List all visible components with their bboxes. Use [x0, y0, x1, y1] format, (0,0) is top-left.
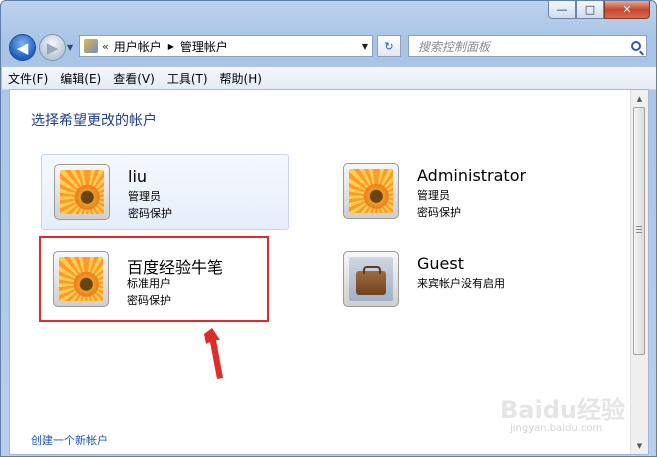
account-name: liu — [128, 167, 148, 186]
menu-file[interactable]: 文件(F) — [2, 70, 54, 87]
caption-buttons: — □ ✕ — [548, 1, 650, 20]
scroll-down-icon[interactable]: ▼ — [631, 437, 648, 454]
address-bar[interactable]: « 用户帐户 ▶ 管理帐户 ▼ — [79, 35, 373, 57]
back-button[interactable]: ◀ — [9, 34, 36, 61]
account-type: 管理员 — [417, 189, 450, 202]
address-overflow-chevron[interactable]: « — [102, 40, 109, 53]
search-box[interactable]: 搜索控制面板 — [408, 35, 647, 57]
account-name: Administrator — [417, 166, 527, 185]
search-icon[interactable] — [631, 41, 641, 51]
page-title: 选择希望更改的帐户 — [31, 113, 157, 129]
breadcrumb-separator-icon[interactable]: ▶ — [168, 42, 174, 51]
account-liu[interactable]: liu 管理员 密码保护 — [41, 154, 289, 230]
window: — □ ✕ ◀ ▶ ▼ « 用户帐户 ▶ 管理帐户 ▼ ↻ 搜索控制面板 文件(… — [0, 0, 657, 457]
avatar — [54, 164, 110, 220]
account-administrator[interactable]: Administrator 管理员 密码保护 — [331, 154, 579, 230]
grip-icon — [636, 226, 642, 233]
flower-icon — [349, 169, 393, 213]
menu-tools[interactable]: 工具(T) — [161, 70, 214, 87]
forward-arrow-icon: ▶ — [46, 38, 59, 57]
account-guest[interactable]: Guest 来宾帐户没有启用 — [331, 242, 579, 318]
navigation-bar: ◀ ▶ ▼ « 用户帐户 ▶ 管理帐户 ▼ ↻ 搜索控制面板 — [1, 29, 656, 65]
watermark-logo: Baidu经验 — [500, 396, 625, 424]
menu-bar: 文件(F) 编辑(E) 查看(V) 工具(T) 帮助(H) — [2, 66, 656, 90]
refresh-button[interactable]: ↻ — [377, 35, 401, 57]
avatar — [343, 163, 399, 219]
highlight-box — [39, 236, 269, 322]
watermark-url: jingyan.baidu.com — [510, 423, 603, 434]
back-arrow-icon: ◀ — [16, 38, 29, 57]
vertical-scrollbar[interactable]: ▲ ▼ — [630, 90, 648, 454]
content-pane: 选择希望更改的帐户 liu 管理员 密码保护 Administrator 管理员… — [9, 89, 649, 455]
red-arrow-icon — [204, 328, 223, 379]
maximize-button[interactable]: □ — [576, 1, 604, 19]
account-name: Guest — [417, 254, 464, 273]
search-placeholder: 搜索控制面板 — [418, 39, 491, 54]
account-status: 密码保护 — [128, 207, 172, 220]
menu-edit[interactable]: 编辑(E) — [54, 70, 107, 87]
account-type: 管理员 — [128, 190, 161, 203]
minimize-button[interactable]: — — [548, 1, 576, 19]
create-account-link[interactable]: 创建一个新帐户 — [31, 432, 108, 448]
control-panel-icon — [84, 39, 98, 53]
flower-icon — [60, 170, 104, 214]
refresh-icon: ↻ — [384, 39, 394, 53]
menu-help[interactable]: 帮助(H) — [214, 70, 268, 87]
account-type: 来宾帐户没有启用 — [417, 277, 505, 290]
suitcase-icon — [349, 257, 393, 301]
scroll-thumb[interactable] — [633, 107, 645, 355]
breadcrumb-manage-accounts[interactable]: 管理帐户 — [180, 38, 228, 55]
recent-pages-dropdown-icon[interactable]: ▼ — [67, 43, 73, 52]
forward-button[interactable]: ▶ — [39, 34, 66, 61]
scroll-up-icon[interactable]: ▲ — [631, 90, 648, 107]
menu-view[interactable]: 查看(V) — [107, 70, 161, 87]
avatar — [343, 251, 399, 307]
breadcrumb-user-accounts[interactable]: 用户帐户 — [114, 38, 162, 55]
account-status: 密码保护 — [417, 206, 461, 219]
address-dropdown-icon[interactable]: ▼ — [362, 42, 368, 51]
close-button[interactable]: ✕ — [604, 1, 650, 19]
